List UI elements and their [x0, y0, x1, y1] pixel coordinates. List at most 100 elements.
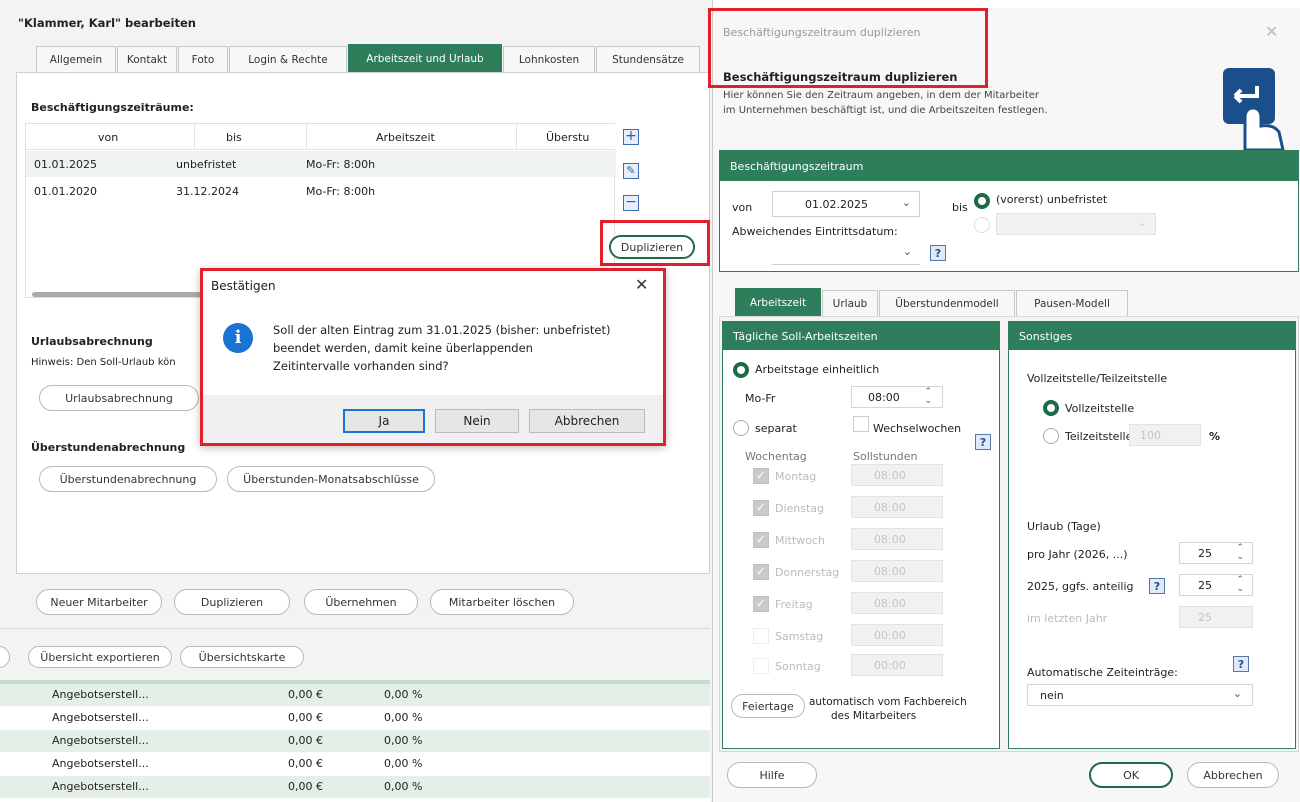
tab-foto[interactable]: Foto: [178, 46, 228, 72]
day-checkbox[interactable]: [753, 500, 769, 516]
day-time-field[interactable]: 00:00: [851, 654, 943, 676]
auto-help-icon[interactable]: ?: [1233, 656, 1249, 672]
day-time-field[interactable]: 08:00: [851, 560, 943, 582]
list-name: Angebotserstell...: [52, 780, 149, 793]
einheitlich-radio[interactable]: [733, 362, 749, 378]
list-item[interactable]: Angebotserstell... 0,00 € 0,00 %: [0, 684, 710, 706]
row-arbeitszeit: Mo-Fr: 8:00h: [306, 158, 376, 171]
day-time-field[interactable]: 00:00: [851, 624, 943, 646]
subtab-arbeitszeit[interactable]: Arbeitszeit: [735, 288, 821, 316]
subtab-ueberstundenmodell[interactable]: Überstundenmodell: [879, 290, 1015, 316]
day-time-field[interactable]: 08:00: [851, 496, 943, 518]
info-icon: i: [223, 323, 253, 353]
spinner-icon: ⌃ ⌄: [1236, 543, 1244, 562]
day-label: Dienstag: [775, 502, 825, 515]
neuer-mitarbeiter-button[interactable]: Neuer Mitarbeiter: [36, 589, 162, 615]
unbefristet-radio[interactable]: [974, 193, 990, 209]
bis-date-radio[interactable]: [974, 217, 990, 233]
day-checkbox[interactable]: [753, 468, 769, 484]
tab-arbeitszeit-urlaub[interactable]: Arbeitszeit und Urlaub: [348, 44, 502, 72]
teilzeit-percent-field[interactable]: 100: [1129, 424, 1201, 446]
mofr-time-value: 08:00: [868, 390, 900, 404]
day-checkbox[interactable]: [753, 628, 769, 644]
col-von[interactable]: von: [98, 131, 118, 144]
section-title: Beschäftigungszeiträume:: [31, 101, 194, 114]
col-bis[interactable]: bis: [226, 131, 242, 144]
anteilig-field[interactable]: 25 ⌃ ⌄: [1179, 574, 1253, 596]
day-time-field[interactable]: 08:00: [851, 528, 943, 550]
row-bis: 31.12.2024: [176, 185, 239, 198]
bis-date-field[interactable]: ⌄: [996, 213, 1156, 235]
left-edge-button[interactable]: [0, 646, 10, 668]
remove-period-button[interactable]: −: [623, 195, 639, 211]
von-date-field[interactable]: 01.02.2025 ⌄: [772, 191, 920, 217]
teilzeit-radio[interactable]: [1043, 428, 1059, 444]
wechselwochen-checkbox[interactable]: [853, 416, 869, 432]
letzten-jahr-field[interactable]: 25: [1179, 606, 1253, 628]
dup-cancel-button[interactable]: Abbrechen: [1187, 762, 1279, 788]
hand-keyboard-icon: [1221, 66, 1285, 152]
vollzeit-radio[interactable]: [1043, 400, 1059, 416]
list-item[interactable]: Angebotserstell... 0,00 € 0,00 %: [0, 730, 710, 752]
hilfe-button[interactable]: Hilfe: [727, 762, 817, 788]
yes-button[interactable]: Ja: [343, 409, 425, 433]
eintritt-help-icon[interactable]: ?: [930, 245, 946, 261]
tab-allgemein[interactable]: Allgemein: [36, 46, 116, 72]
subtab-urlaub[interactable]: Urlaub: [822, 290, 878, 316]
table-row[interactable]: 01.01.2020 31.12.2024 Mo-Fr: 8:00h: [26, 178, 616, 204]
table-row[interactable]: 01.01.2025 unbefristet Mo-Fr: 8:00h: [26, 151, 616, 177]
uebernehmen-button[interactable]: Übernehmen: [304, 589, 418, 615]
horizontal-scrollbar[interactable]: [32, 292, 212, 297]
tab-lohnkosten[interactable]: Lohnkosten: [503, 46, 595, 72]
list-amount: 0,00 €: [288, 688, 323, 701]
monatsabschluesse-button[interactable]: Überstunden-Monatsabschlüsse: [227, 466, 435, 492]
vollzeit-label: Vollzeitstelle: [1065, 402, 1135, 415]
separat-radio[interactable]: [733, 420, 749, 436]
col-arbeitszeit[interactable]: Arbeitszeit: [376, 131, 435, 144]
dup-close-icon[interactable]: ✕: [1265, 22, 1278, 41]
mitarbeiter-loeschen-button[interactable]: Mitarbeiter löschen: [430, 589, 574, 615]
duplizieren-button[interactable]: Duplizieren: [174, 589, 290, 615]
day-checkbox[interactable]: [753, 532, 769, 548]
cancel-button[interactable]: Abbrechen: [529, 409, 645, 433]
tab-kontakt[interactable]: Kontakt: [117, 46, 177, 72]
list-item[interactable]: Angebotserstell... 0,00 € 0,00 %: [0, 707, 710, 729]
feiertage-button[interactable]: Feiertage: [731, 694, 805, 718]
chevron-down-icon: ⌄: [902, 245, 912, 258]
wechsel-help-icon[interactable]: ?: [975, 434, 991, 450]
col-ueberstunden[interactable]: Überstu: [546, 131, 589, 144]
eintrittsdatum-field[interactable]: ⌄: [772, 243, 920, 265]
pencil-icon: ✎: [626, 164, 636, 177]
list-item[interactable]: Angebotserstell... 0,00 € 0,00 %: [0, 753, 710, 775]
day-time-field[interactable]: 08:00: [851, 592, 943, 614]
tab-login-rechte[interactable]: Login & Rechte: [229, 46, 347, 72]
day-time-field[interactable]: 08:00: [851, 464, 943, 486]
teilzeit-value: 100: [1140, 428, 1161, 442]
confirm-line-3: Zeitintervalle vorhanden sind?: [273, 359, 449, 373]
list-item[interactable]: Angebotserstell... 0,00 € 0,00 %: [0, 776, 710, 798]
auto-zeiteintraege-select[interactable]: nein ⌄: [1027, 684, 1253, 706]
uebersichtskarte-button[interactable]: Übersichtskarte: [180, 646, 304, 668]
period-panel: Beschäftigungszeitraum von 01.02.2025 ⌄ …: [719, 150, 1299, 272]
uebersicht-exportieren-button[interactable]: Übersicht exportieren: [28, 646, 172, 668]
no-button[interactable]: Nein: [435, 409, 519, 433]
subtab-pausen-modell[interactable]: Pausen-Modell: [1016, 290, 1128, 316]
urlaubsabrechnung-button[interactable]: Urlaubsabrechnung: [39, 385, 199, 411]
add-period-button[interactable]: +: [623, 129, 639, 145]
edit-period-button[interactable]: ✎: [623, 163, 639, 179]
anteilig-label: 2025, ggfs. anteilig: [1027, 580, 1134, 593]
day-label: Mittwoch: [775, 534, 825, 547]
mofr-time-field[interactable]: 08:00 ⌃ ⌄: [851, 386, 943, 408]
mofr-label: Mo-Fr: [745, 392, 776, 405]
anteilig-help-icon[interactable]: ?: [1149, 578, 1165, 594]
close-icon[interactable]: ✕: [635, 275, 648, 294]
day-checkbox[interactable]: [753, 596, 769, 612]
day-checkbox[interactable]: [753, 658, 769, 674]
tab-stundensaetze[interactable]: Stundensätze: [596, 46, 700, 72]
day-checkbox[interactable]: [753, 564, 769, 580]
pro-jahr-field[interactable]: 25 ⌃ ⌄: [1179, 542, 1253, 564]
dup-heading: Beschäftigungszeitraum duplizieren: [723, 70, 958, 84]
duplicate-period-button[interactable]: Duplizieren: [609, 235, 695, 259]
ok-button[interactable]: OK: [1089, 762, 1173, 788]
ueberstundenabrechnung-button[interactable]: Überstundenabrechnung: [39, 466, 217, 492]
